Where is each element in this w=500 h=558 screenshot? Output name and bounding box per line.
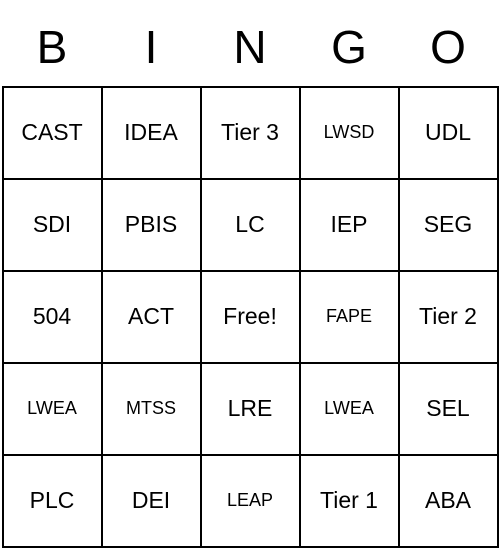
bingo-cell[interactable]: LEAP [201, 455, 300, 547]
bingo-cell[interactable]: FAPE [300, 271, 399, 363]
bingo-cell[interactable]: ABA [399, 455, 498, 547]
bingo-cell[interactable]: SDI [3, 179, 102, 271]
bingo-header-g: G [300, 14, 399, 87]
bingo-row: CAST IDEA Tier 3 LWSD UDL [3, 87, 498, 179]
bingo-cell[interactable]: CAST [3, 87, 102, 179]
bingo-header-row: B I N G O [3, 14, 498, 87]
bingo-header-n: N [201, 14, 300, 87]
bingo-card: B I N G O CAST IDEA Tier 3 LWSD UDL SDI … [2, 14, 499, 548]
bingo-cell[interactable]: LWEA [3, 363, 102, 455]
bingo-cell[interactable]: IEP [300, 179, 399, 271]
bingo-row: LWEA MTSS LRE LWEA SEL [3, 363, 498, 455]
bingo-cell[interactable]: LC [201, 179, 300, 271]
bingo-cell[interactable]: LRE [201, 363, 300, 455]
bingo-cell[interactable]: PLC [3, 455, 102, 547]
bingo-header-o: O [399, 14, 498, 87]
bingo-header-i: I [102, 14, 201, 87]
bingo-cell[interactable]: 504 [3, 271, 102, 363]
bingo-row: 504 ACT Free! FAPE Tier 2 [3, 271, 498, 363]
bingo-cell[interactable]: IDEA [102, 87, 201, 179]
bingo-row: PLC DEI LEAP Tier 1 ABA [3, 455, 498, 547]
bingo-cell[interactable]: UDL [399, 87, 498, 179]
bingo-cell[interactable]: ACT [102, 271, 201, 363]
bingo-cell[interactable]: DEI [102, 455, 201, 547]
bingo-header-b: B [3, 14, 102, 87]
bingo-cell[interactable]: Tier 1 [300, 455, 399, 547]
bingo-grid: CAST IDEA Tier 3 LWSD UDL SDI PBIS LC IE… [3, 87, 498, 547]
bingo-cell[interactable]: SEG [399, 179, 498, 271]
bingo-cell[interactable]: Tier 2 [399, 271, 498, 363]
bingo-cell[interactable]: MTSS [102, 363, 201, 455]
bingo-cell[interactable]: SEL [399, 363, 498, 455]
bingo-cell[interactable]: LWSD [300, 87, 399, 179]
bingo-cell[interactable]: LWEA [300, 363, 399, 455]
bingo-cell-free[interactable]: Free! [201, 271, 300, 363]
bingo-cell[interactable]: PBIS [102, 179, 201, 271]
bingo-cell[interactable]: Tier 3 [201, 87, 300, 179]
bingo-row: SDI PBIS LC IEP SEG [3, 179, 498, 271]
